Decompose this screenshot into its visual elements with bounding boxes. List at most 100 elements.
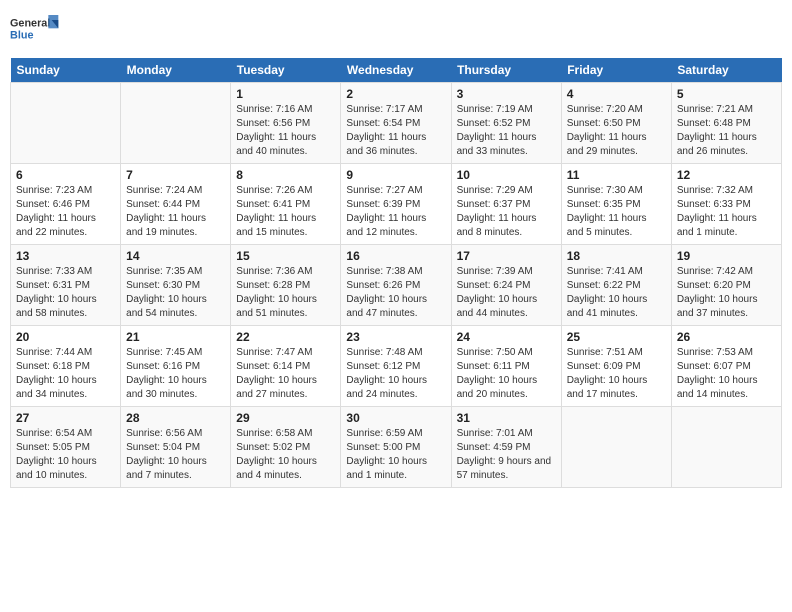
- day-of-week-header: Saturday: [671, 58, 781, 83]
- calendar-cell: 15 Sunrise: 7:36 AMSunset: 6:28 PMDayligh…: [231, 245, 341, 326]
- day-number: 24: [457, 330, 556, 344]
- calendar-week-row: 13 Sunrise: 7:33 AMSunset: 6:31 PMDayligh…: [11, 245, 782, 326]
- day-number: 13: [16, 249, 115, 263]
- day-number: 22: [236, 330, 335, 344]
- calendar-cell: [561, 407, 671, 488]
- calendar-cell: 24 Sunrise: 7:50 AMSunset: 6:11 PMDayligh…: [451, 326, 561, 407]
- day-info: Sunrise: 7:01 AMSunset: 4:59 PMDaylight:…: [457, 427, 556, 483]
- calendar-cell: 22Sunrise: 7:47 AMSunset: 6:14 PMDayligh…: [231, 326, 341, 407]
- calendar-cell: 3Sunrise: 7:19 AMSunset: 6:52 PMDaylight…: [451, 83, 561, 164]
- day-number: 27: [16, 411, 115, 425]
- page-header: General Blue: [10, 10, 782, 50]
- calendar-cell: 14Sunrise: 7:35 AMSunset: 6:30 PMDayligh…: [121, 245, 231, 326]
- calendar-week-row: 1 Sunrise: 7:16 AMSunset: 6:56 PMDaylight…: [11, 83, 782, 164]
- calendar-cell: 31 Sunrise: 7:01 AMSunset: 4:59 PMDayligh…: [451, 407, 561, 488]
- calendar-cell: 4Sunrise: 7:20 AMSunset: 6:50 PMDaylight…: [561, 83, 671, 164]
- day-info: Sunrise: 6:54 AMSunset: 5:05 PMDaylight:…: [16, 427, 115, 483]
- day-number: 8: [236, 168, 335, 182]
- calendar-cell: 20Sunrise: 7:44 AMSunset: 6:18 PMDayligh…: [11, 326, 121, 407]
- calendar-cell: 2 Sunrise: 7:17 AMSunset: 6:54 PMDaylight…: [341, 83, 451, 164]
- day-info: Sunrise: 7:30 AMSunset: 6:35 PMDaylight:…: [567, 184, 666, 240]
- calendar-cell: 10Sunrise: 7:29 AMSunset: 6:37 PMDayligh…: [451, 164, 561, 245]
- day-number: 26: [677, 330, 776, 344]
- day-number: 19: [677, 249, 776, 263]
- day-of-week-header: Thursday: [451, 58, 561, 83]
- calendar-cell: 30 Sunrise: 6:59 AMSunset: 5:00 PMDayligh…: [341, 407, 451, 488]
- calendar-cell: [121, 83, 231, 164]
- day-info: Sunrise: 7:36 AMSunset: 6:28 PMDaylight:…: [236, 265, 335, 321]
- day-number: 2: [346, 87, 445, 101]
- day-number: 10: [457, 168, 556, 182]
- day-number: 11: [567, 168, 666, 182]
- day-info: Sunrise: 7:32 AMSunset: 6:33 PMDaylight:…: [677, 184, 776, 240]
- logo: General Blue: [10, 10, 60, 50]
- calendar-cell: 25 Sunrise: 7:51 AMSunset: 6:09 PMDayligh…: [561, 326, 671, 407]
- calendar-cell: [671, 407, 781, 488]
- day-number: 9: [346, 168, 445, 182]
- day-info: Sunrise: 7:23 AMSunset: 6:46 PMDaylight:…: [16, 184, 115, 240]
- day-number: 21: [126, 330, 225, 344]
- calendar-body: 1 Sunrise: 7:16 AMSunset: 6:56 PMDaylight…: [11, 83, 782, 488]
- day-info: Sunrise: 6:58 AMSunset: 5:02 PMDaylight:…: [236, 427, 335, 483]
- day-info: Sunrise: 7:41 AMSunset: 6:22 PMDaylight:…: [567, 265, 666, 321]
- day-of-week-header: Tuesday: [231, 58, 341, 83]
- calendar-cell: 28Sunrise: 6:56 AMSunset: 5:04 PMDayligh…: [121, 407, 231, 488]
- calendar-cell: 19 Sunrise: 7:42 AMSunset: 6:20 PMDayligh…: [671, 245, 781, 326]
- day-number: 15: [236, 249, 335, 263]
- day-info: Sunrise: 7:26 AMSunset: 6:41 PMDaylight:…: [236, 184, 335, 240]
- day-info: Sunrise: 7:39 AMSunset: 6:24 PMDaylight:…: [457, 265, 556, 321]
- day-number: 25: [567, 330, 666, 344]
- day-info: Sunrise: 7:42 AMSunset: 6:20 PMDaylight:…: [677, 265, 776, 321]
- day-info: Sunrise: 7:33 AMSunset: 6:31 PMDaylight:…: [16, 265, 115, 321]
- calendar-cell: 23Sunrise: 7:48 AMSunset: 6:12 PMDayligh…: [341, 326, 451, 407]
- day-number: 18: [567, 249, 666, 263]
- day-info: Sunrise: 7:38 AMSunset: 6:26 PMDaylight:…: [346, 265, 445, 321]
- day-of-week-header: Wednesday: [341, 58, 451, 83]
- day-info: Sunrise: 7:35 AMSunset: 6:30 PMDaylight:…: [126, 265, 225, 321]
- calendar-cell: 27 Sunrise: 6:54 AMSunset: 5:05 PMDayligh…: [11, 407, 121, 488]
- calendar-cell: 1 Sunrise: 7:16 AMSunset: 6:56 PMDaylight…: [231, 83, 341, 164]
- calendar-cell: [11, 83, 121, 164]
- day-info: Sunrise: 6:59 AMSunset: 5:00 PMDaylight:…: [346, 427, 445, 483]
- day-number: 29: [236, 411, 335, 425]
- calendar-cell: 13 Sunrise: 7:33 AMSunset: 6:31 PMDayligh…: [11, 245, 121, 326]
- day-info: Sunrise: 7:17 AMSunset: 6:54 PMDaylight:…: [346, 103, 445, 159]
- day-number: 30: [346, 411, 445, 425]
- day-info: Sunrise: 7:48 AMSunset: 6:12 PMDaylight:…: [346, 346, 445, 402]
- calendar-cell: 11 Sunrise: 7:30 AMSunset: 6:35 PMDayligh…: [561, 164, 671, 245]
- calendar-cell: 16 Sunrise: 7:38 AMSunset: 6:26 PMDayligh…: [341, 245, 451, 326]
- day-number: 1: [236, 87, 335, 101]
- calendar-table: SundayMondayTuesdayWednesdayThursdayFrid…: [10, 58, 782, 488]
- day-info: Sunrise: 7:51 AMSunset: 6:09 PMDaylight:…: [567, 346, 666, 402]
- day-number: 16: [346, 249, 445, 263]
- svg-text:General: General: [10, 18, 50, 30]
- day-number: 31: [457, 411, 556, 425]
- calendar-cell: 7 Sunrise: 7:24 AMSunset: 6:44 PMDaylight…: [121, 164, 231, 245]
- calendar-header: SundayMondayTuesdayWednesdayThursdayFrid…: [11, 58, 782, 83]
- logo-svg: General Blue: [10, 10, 60, 50]
- day-info: Sunrise: 7:27 AMSunset: 6:39 PMDaylight:…: [346, 184, 445, 240]
- day-info: Sunrise: 7:50 AMSunset: 6:11 PMDaylight:…: [457, 346, 556, 402]
- calendar-cell: 17Sunrise: 7:39 AMSunset: 6:24 PMDayligh…: [451, 245, 561, 326]
- calendar-cell: 21 Sunrise: 7:45 AMSunset: 6:16 PMDayligh…: [121, 326, 231, 407]
- day-info: Sunrise: 7:45 AMSunset: 6:16 PMDaylight:…: [126, 346, 225, 402]
- day-info: Sunrise: 7:24 AMSunset: 6:44 PMDaylight:…: [126, 184, 225, 240]
- day-number: 6: [16, 168, 115, 182]
- day-number: 3: [457, 87, 556, 101]
- calendar-cell: 12 Sunrise: 7:32 AMSunset: 6:33 PMDayligh…: [671, 164, 781, 245]
- calendar-cell: 8 Sunrise: 7:26 AMSunset: 6:41 PMDaylight…: [231, 164, 341, 245]
- day-info: Sunrise: 7:16 AMSunset: 6:56 PMDaylight:…: [236, 103, 335, 159]
- day-number: 20: [16, 330, 115, 344]
- calendar-cell: 26 Sunrise: 7:53 AMSunset: 6:07 PMDayligh…: [671, 326, 781, 407]
- day-info: Sunrise: 7:53 AMSunset: 6:07 PMDaylight:…: [677, 346, 776, 402]
- calendar-cell: 6 Sunrise: 7:23 AMSunset: 6:46 PMDaylight…: [11, 164, 121, 245]
- day-of-week-header: Sunday: [11, 58, 121, 83]
- day-of-week-header: Friday: [561, 58, 671, 83]
- day-of-week-header: Monday: [121, 58, 231, 83]
- day-number: 7: [126, 168, 225, 182]
- calendar-cell: 29 Sunrise: 6:58 AMSunset: 5:02 PMDayligh…: [231, 407, 341, 488]
- day-info: Sunrise: 7:21 AMSunset: 6:48 PMDaylight:…: [677, 103, 776, 159]
- day-number: 12: [677, 168, 776, 182]
- svg-text:Blue: Blue: [10, 29, 33, 41]
- calendar-cell: 9 Sunrise: 7:27 AMSunset: 6:39 PMDaylight…: [341, 164, 451, 245]
